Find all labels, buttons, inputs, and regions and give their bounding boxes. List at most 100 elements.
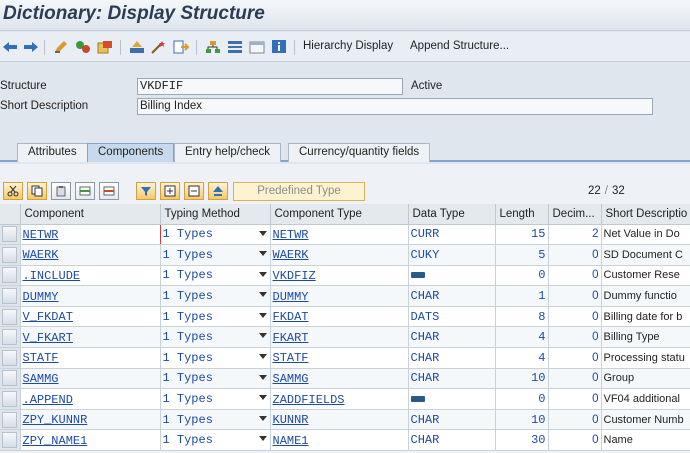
table-row[interactable]: NETWR 1 Types NETWR CURR 15 2 Net Value in Do [0,224,690,246]
component-type-cell[interactable]: NAME1 [270,429,409,452]
component-type-cell[interactable]: WAERK [270,244,409,266]
component-name[interactable]: .APPEND [23,393,73,407]
dropdown-caret-icon[interactable] [258,354,267,360]
typing-method-cell[interactable]: 1 Types [160,244,271,266]
component-cell[interactable]: V_FKART [20,326,161,349]
component-cell[interactable]: STATF [20,347,161,369]
copy-icon[interactable] [27,182,47,200]
table-row[interactable]: V_FKDAT 1 Types FKDAT DATS 8 0 Billing date fo… [0,306,690,328]
component-cell[interactable]: DUMMY [20,285,161,307]
component-name[interactable]: V_FKART [23,331,73,345]
component-type-link[interactable]: VKDFIZ [273,269,316,283]
component-type-cell[interactable]: STATF [270,347,409,369]
table-row[interactable]: SAMMG 1 Types SAMMG CHAR 10 0 Group [0,368,690,390]
typing-method-cell[interactable]: 1 Types [160,285,271,307]
column-header-data-type[interactable]: Data Type [408,204,496,225]
component-type-link[interactable]: KUNNR [273,413,309,427]
paste-icon[interactable] [51,182,71,200]
where-used-list-icon[interactable] [172,38,190,55]
typing-method-cell[interactable]: 1 Types [160,224,271,246]
insert-row-icon[interactable] [75,182,95,200]
row-selector[interactable] [0,388,21,410]
component-name[interactable]: WAERK [23,248,59,262]
dropdown-caret-icon[interactable] [258,271,267,277]
collapse-all-icon[interactable] [184,182,204,200]
structure-field[interactable]: VKDFIF [137,78,403,95]
hierarchy-display-button[interactable]: Hierarchy Display [303,40,393,52]
component-type-cell[interactable]: DUMMY [270,285,409,307]
tab-entry-help-check[interactable]: Entry help/check [174,143,282,162]
object-list-icon[interactable] [204,38,222,55]
component-type-cell[interactable]: FKDAT [270,306,409,328]
activate-wand-icon[interactable] [150,38,168,55]
table-row[interactable]: ZPY_NAME1 1 Types NAME1 CHAR 30 0 Name [0,429,690,452]
typing-method-cell[interactable]: 1 Types [160,347,271,369]
back-arrow-icon[interactable] [1,38,19,55]
cut-icon[interactable] [3,182,23,200]
dropdown-caret-icon[interactable] [258,374,267,380]
table-row[interactable]: .INCLUDE 1 Types VKDFIZ 0 0 Customer Rese [0,265,690,287]
component-name[interactable]: STATF [23,351,59,365]
component-type-link[interactable]: WAERK [273,248,309,262]
row-selector[interactable] [0,224,21,246]
tab-attributes[interactable]: Attributes [17,143,88,162]
typing-method-cell[interactable]: 1 Types [160,409,271,431]
typing-method-cell[interactable]: 1 Types [160,368,271,390]
table-row[interactable]: DUMMY 1 Types DUMMY CHAR 1 0 Dummy functio [0,285,690,307]
component-type-link[interactable]: FKART [273,331,309,345]
dropdown-caret-icon[interactable] [258,333,267,339]
typing-method-cell[interactable]: 1 Types [160,306,271,328]
dropdown-caret-icon[interactable] [258,436,267,442]
expand-all-icon[interactable] [160,182,180,200]
column-header-typing-method[interactable]: Typing Method [160,204,271,225]
component-type-link[interactable]: STATF [273,351,309,365]
column-header-short-description[interactable]: Short Descriptio [601,204,690,225]
short-description-field[interactable]: Billing Index [137,98,653,115]
typing-method-cell[interactable]: 1 Types [160,326,271,349]
component-type-cell[interactable]: KUNNR [270,409,409,431]
component-name[interactable]: ZPY_KUNNR [23,413,88,427]
component-cell[interactable]: SAMMG [20,368,161,390]
table-row[interactable]: .APPEND 1 Types ZADDFIELDS 0 0 VF04 additiona… [0,388,690,410]
table-row[interactable]: ZPY_KUNNR 1 Types KUNNR CHAR 10 0 Customer Num… [0,409,690,431]
component-name[interactable]: ZPY_NAME1 [23,434,88,448]
info-icon[interactable] [270,38,288,55]
typing-method-cell[interactable]: 1 Types [160,388,271,410]
table-row[interactable]: STATF 1 Types STATF CHAR 4 0 Processing statu [0,347,690,369]
typing-method-cell[interactable]: 1 Types [160,265,271,287]
dropdown-caret-icon[interactable] [258,312,267,318]
dropdown-caret-icon[interactable] [258,230,267,236]
column-header-length[interactable]: Length [495,204,549,225]
table-row[interactable]: V_FKART 1 Types FKART CHAR 4 0 Billing Type [0,326,690,349]
append-structure-button[interactable]: Append Structure... [410,40,509,52]
row-selector[interactable] [0,244,21,266]
predefined-type-button[interactable]: Predefined Type [233,182,365,201]
row-selector[interactable] [0,347,21,369]
row-selector[interactable] [0,306,21,328]
check-icon[interactable] [128,38,146,55]
row-selector[interactable] [0,326,21,349]
component-type-link[interactable]: FKDAT [273,310,309,324]
component-type-cell[interactable]: ZADDFIELDS [270,388,409,410]
tab-currency-quantity-fields[interactable]: Currency/quantity fields [288,143,431,162]
component-name[interactable]: .INCLUDE [23,269,81,283]
dropdown-caret-icon[interactable] [258,292,267,298]
component-type-cell[interactable]: NETWR [270,224,409,246]
component-name[interactable]: NETWR [23,228,59,242]
column-header-decimals[interactable]: Decim... [548,204,602,225]
row-selector[interactable] [0,368,21,390]
component-type-cell[interactable]: FKART [270,326,409,349]
row-selector[interactable] [0,265,21,287]
row-selector[interactable] [0,285,21,307]
component-name[interactable]: V_FKDAT [23,310,73,324]
component-cell[interactable]: .INCLUDE [20,265,161,287]
component-cell[interactable]: NETWR [20,224,161,246]
component-type-link[interactable]: ZADDFIELDS [273,393,345,407]
component-cell[interactable]: ZPY_NAME1 [20,429,161,452]
component-type-cell[interactable]: SAMMG [270,368,409,390]
forward-arrow-icon[interactable] [22,38,40,55]
table-row[interactable]: WAERK 1 Types WAERK CUKY 5 0 SD Document C [0,244,690,266]
dropdown-caret-icon[interactable] [258,415,267,421]
edit-pencil-icon[interactable] [52,38,70,55]
row-selector[interactable] [0,429,21,452]
